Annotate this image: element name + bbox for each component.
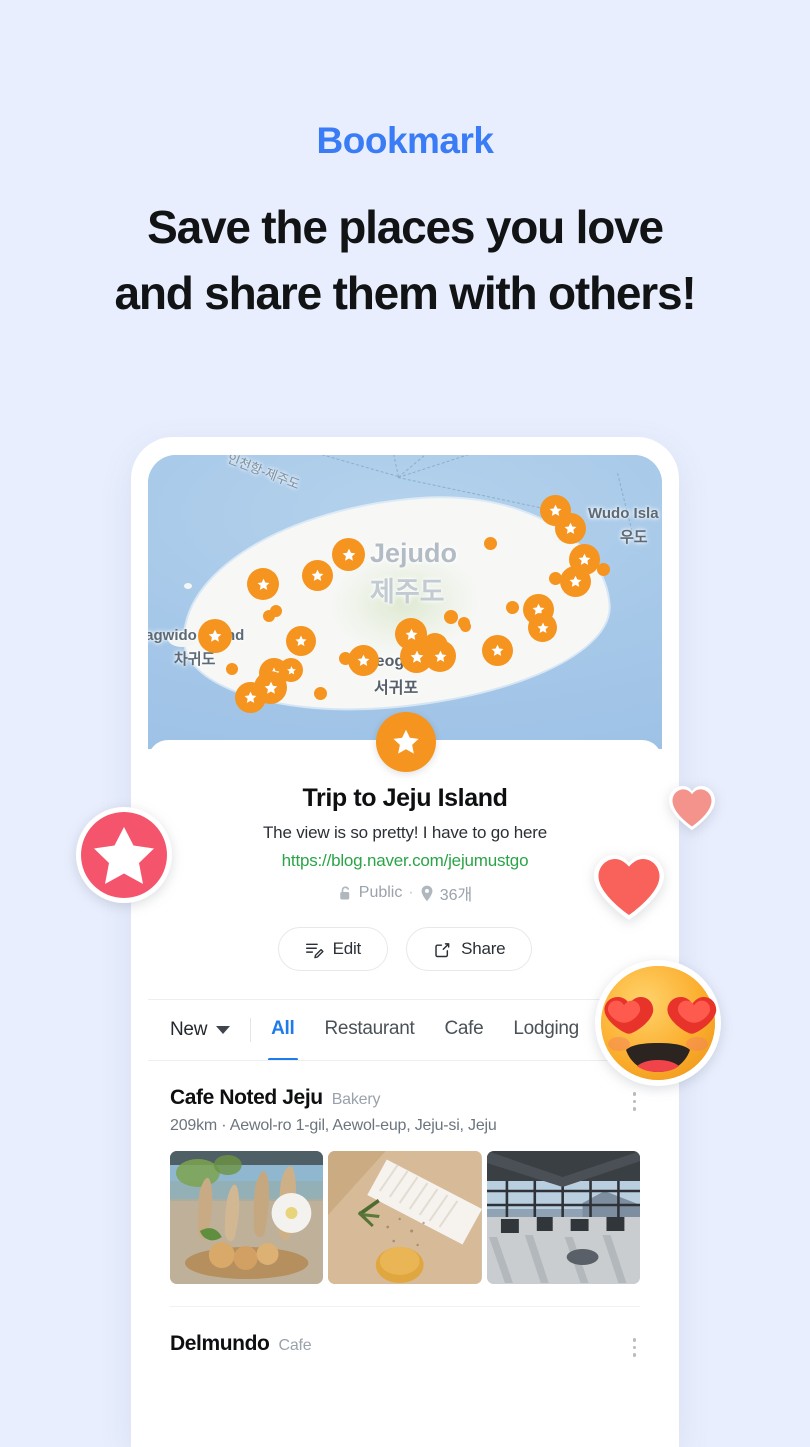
map-star-pin[interactable]: [482, 635, 513, 666]
place-list: Cafe Noted Jeju Bakery 209km · Aewol-ro …: [148, 1061, 662, 1357]
unlock-icon: [338, 885, 353, 902]
map-star-pin[interactable]: [247, 568, 279, 600]
map-label-seogwipo-ko: 서귀포: [374, 680, 419, 697]
heart-big-sticker: [593, 853, 665, 921]
edit-button[interactable]: Edit: [277, 927, 389, 971]
phone-screen: 인천항-제주도 Jejudo 제주도 Seogwipo 서귀포 Wudo Isl…: [148, 455, 662, 1447]
table-row[interactable]: Delmundo Cafe: [170, 1306, 640, 1357]
bookmark-link[interactable]: https://blog.naver.com/jejumustgo: [148, 851, 662, 871]
promo-title-line-1: Save the places you love: [147, 200, 664, 253]
map-label-wudo-en: Wudo Isla: [588, 505, 659, 522]
map-star-pin[interactable]: [286, 626, 316, 656]
map-dot-marker[interactable]: [484, 537, 497, 550]
table-row[interactable]: Cafe Noted Jeju Bakery 209km · Aewol-ro …: [170, 1061, 640, 1306]
promo-title-line-2: and share them with others!: [114, 267, 696, 320]
bookmark-description: The view is so pretty! I have to go here: [263, 823, 547, 842]
location-pin-icon: [420, 885, 434, 902]
bookmark-title: Trip to Jeju Island: [302, 784, 508, 812]
tab-all[interactable]: All: [268, 1018, 298, 1060]
bookmark-info-card: Trip to Jeju Island The view is so prett…: [148, 740, 662, 1357]
map-view[interactable]: 인천항-제주도 Jejudo 제주도 Seogwipo 서귀포 Wudo Isl…: [148, 455, 662, 749]
map-dot-marker[interactable]: [506, 601, 519, 614]
share-icon: [433, 940, 452, 959]
place-count-label: 36개: [439, 887, 473, 904]
map-star-pin[interactable]: [332, 538, 365, 571]
islet-shape: [184, 583, 192, 589]
map-dot-marker[interactable]: [226, 663, 238, 675]
category-tabs: All Restaurant Cafe Lodging: [268, 1018, 579, 1060]
promo-title: Save the places you love and share them …: [0, 162, 810, 327]
star-badge-sticker: [74, 805, 174, 905]
tab-lodging[interactable]: Lodging: [513, 1018, 579, 1042]
promo-header: Bookmark Save the places you love and sh…: [0, 0, 810, 327]
place-address: Aewol-ro 1-gil, Aewol-eup, Jeju-si, Jeju: [229, 1117, 497, 1134]
map-star-pin[interactable]: [560, 566, 591, 597]
place-heading: Delmundo Cafe: [170, 1332, 640, 1356]
meta-separator: ·: [408, 884, 414, 901]
edit-icon: [305, 940, 324, 959]
map-star-pin[interactable]: [302, 560, 333, 591]
bookmark-meta: Public · 36개: [148, 881, 662, 905]
map-dot-marker[interactable]: [314, 687, 327, 700]
place-photo-strip: [170, 1151, 640, 1306]
place-heading: Cafe Noted Jeju Bakery: [170, 1086, 640, 1110]
map-star-pin[interactable]: [528, 613, 557, 642]
map-star-pin[interactable]: [198, 619, 232, 653]
heart-eyes-emoji-sticker: [593, 958, 723, 1088]
place-photo[interactable]: [170, 1151, 324, 1284]
map-label-jejudo-en: Jejudo: [370, 538, 458, 568]
sort-label: New: [170, 1019, 208, 1040]
place-category: Cafe: [278, 1337, 312, 1354]
map-star-pin[interactable]: [348, 645, 379, 676]
map-star-pin[interactable]: [555, 513, 586, 544]
more-options-icon[interactable]: [629, 1088, 641, 1115]
map-star-pin[interactable]: [424, 640, 456, 672]
chevron-down-icon: [216, 1026, 231, 1034]
place-distance: 209km: [170, 1117, 218, 1134]
map-label-wudo-ko: 우도: [620, 529, 648, 546]
place-photo[interactable]: [328, 1151, 482, 1284]
sort-selector[interactable]: New: [170, 1019, 231, 1041]
tab-cafe[interactable]: Cafe: [444, 1018, 483, 1042]
filter-tabbar: New All Restaurant Cafe Lodging: [148, 999, 662, 1061]
heart-small-sticker: [668, 785, 716, 831]
visibility-label: Public: [358, 884, 403, 901]
share-button[interactable]: Share: [406, 927, 533, 971]
map-label-jejudo-ko: 제주도: [370, 577, 445, 607]
bookmark-action-buttons: Edit Share: [148, 927, 662, 971]
tab-restaurant[interactable]: Restaurant: [325, 1018, 415, 1042]
more-options-icon[interactable]: [629, 1334, 641, 1361]
edit-button-label: Edit: [332, 939, 362, 958]
place-category: Bakery: [331, 1091, 381, 1108]
promo-eyebrow: Bookmark: [316, 120, 494, 161]
map-dot-marker[interactable]: [444, 610, 458, 624]
place-separator: ·: [221, 1117, 227, 1134]
map-dot-marker[interactable]: [460, 621, 471, 632]
share-button-label: Share: [461, 939, 506, 958]
phone-mockup: 인천항-제주도 Jejudo 제주도 Seogwipo 서귀포 Wudo Isl…: [131, 437, 679, 1447]
tabbar-divider: [250, 1018, 252, 1042]
map-dot-marker[interactable]: [270, 605, 282, 617]
place-address-line: 209km · Aewol-ro 1-gil, Aewol-eup, Jeju-…: [170, 1117, 640, 1135]
map-star-pin[interactable]: [235, 682, 266, 713]
place-name: Cafe Noted Jeju: [170, 1086, 323, 1109]
bookmark-star-badge-icon: [376, 712, 436, 772]
place-photo[interactable]: [486, 1151, 640, 1284]
place-name: Delmundo: [170, 1332, 270, 1355]
